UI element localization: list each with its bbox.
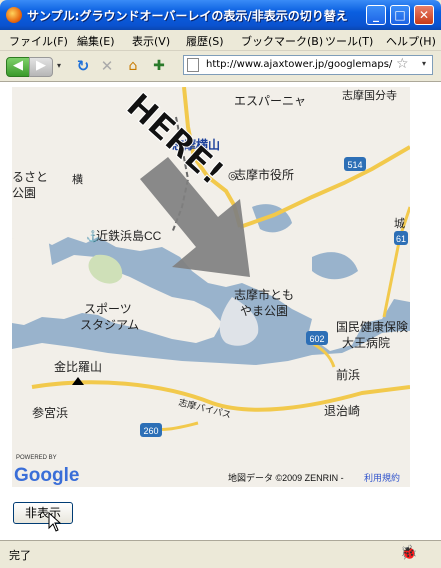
status-text: 完了 bbox=[9, 549, 31, 562]
addon-icon[interactable]: ✚ bbox=[150, 56, 168, 76]
reload-icon[interactable]: ↻ bbox=[74, 56, 92, 76]
bug-icon[interactable]: 🐞 bbox=[400, 545, 417, 561]
map-label-city-hall: 志摩市役所 bbox=[234, 167, 294, 182]
title-bar: サンプル:グラウンドオーバーレイの表示/非表示の切り替え _ □ ✕ bbox=[0, 0, 441, 30]
route-514-label: 514 bbox=[347, 160, 362, 170]
stop-icon[interactable]: ✕ bbox=[98, 56, 116, 76]
menu-view[interactable]: 表示(V) bbox=[132, 33, 170, 49]
map-label-shiro: 城 bbox=[394, 217, 405, 230]
map-canvas[interactable]: 514 61 602 260 エスパーニャ 志摩横山 志摩市役所 ◎ 志摩国分寺… bbox=[12, 87, 410, 487]
map-label-hoken-2: 大王病院 bbox=[342, 335, 390, 350]
map-terms-link[interactable]: 利用規約 bbox=[364, 472, 400, 483]
url-dropdown-icon[interactable]: ▾ bbox=[422, 59, 426, 68]
map-label-sports-2: スタジアム bbox=[80, 318, 139, 332]
page-content: 514 61 602 260 エスパーニャ 志摩横山 志摩市役所 ◎ 志摩国分寺… bbox=[0, 82, 441, 540]
map-label-tomoyama-2: やま公園 bbox=[240, 304, 288, 318]
menu-bookmarks[interactable]: ブックマーク(B) bbox=[241, 33, 323, 49]
mouse-cursor-icon bbox=[48, 512, 62, 532]
menu-file[interactable]: ファイル(F) bbox=[9, 33, 68, 49]
history-dropdown-icon[interactable]: ▾ bbox=[54, 56, 64, 76]
menu-history[interactable]: 履歴(S) bbox=[186, 33, 224, 49]
route-61-label: 61 bbox=[396, 234, 406, 244]
map-label-furusato: るさと bbox=[12, 170, 48, 184]
maximize-button[interactable]: □ bbox=[390, 5, 410, 25]
window-title: サンプル:グラウンドオーバーレイの表示/非表示の切り替え bbox=[27, 9, 348, 23]
close-button[interactable]: ✕ bbox=[414, 5, 434, 25]
map-powered-by: POWERED BY bbox=[16, 455, 57, 461]
map-label-koen: 公園 bbox=[12, 186, 36, 200]
map-label-tomoyama-1: 志摩市とも bbox=[234, 287, 294, 302]
map-label-kanehira: 金比羅山 bbox=[54, 359, 102, 374]
firefox-icon bbox=[6, 7, 22, 23]
map-label-taijizaki: 退治崎 bbox=[324, 404, 360, 418]
menu-edit[interactable]: 編集(E) bbox=[77, 33, 115, 49]
menu-bar: ファイル(F) 編集(E) 表示(V) 履歴(S) ブックマーク(B) ツール(… bbox=[0, 30, 441, 51]
status-bar: 完了 🐞 bbox=[0, 540, 441, 568]
home-icon[interactable]: ⌂ bbox=[124, 56, 142, 76]
golf-icon: ⚓ bbox=[86, 230, 100, 243]
minimize-button[interactable]: _ bbox=[366, 5, 386, 25]
back-button[interactable]: ◀ bbox=[6, 57, 30, 77]
map-label-kintetsu-cc: 近鉄浜島CC bbox=[96, 228, 162, 243]
route-260-label: 260 bbox=[143, 426, 158, 436]
map-label-espana: エスパーニャ bbox=[234, 94, 306, 108]
navigation-toolbar: ◀ ▶ ▾ ↻ ✕ ⌂ ✚ http://www.ajaxtower.jp/go… bbox=[0, 51, 441, 82]
menu-tools[interactable]: ツール(T) bbox=[325, 33, 373, 49]
bookmark-star-icon[interactable]: ☆ bbox=[396, 56, 409, 72]
map-label-national-temple: 志摩国分寺 bbox=[342, 88, 397, 102]
forward-button[interactable]: ▶ bbox=[29, 57, 53, 77]
route-602-label: 602 bbox=[309, 334, 324, 344]
hide-overlay-button[interactable]: 非表示 bbox=[13, 502, 73, 524]
map-label-sports-1: スポーツ bbox=[84, 302, 132, 316]
url-bar[interactable]: http://www.ajaxtower.jp/googlemaps/ ☆ ▾ bbox=[183, 55, 433, 75]
google-logo: Google bbox=[14, 465, 79, 486]
menu-help[interactable]: ヘルプ(H) bbox=[386, 33, 436, 49]
map-label-yoko: 横 bbox=[72, 172, 83, 186]
url-text[interactable]: http://www.ajaxtower.jp/googlemaps/ bbox=[206, 59, 394, 70]
page-icon bbox=[187, 58, 199, 72]
map-label-hoken-1: 国民健康保険 bbox=[336, 319, 408, 334]
map-attribution: 地図データ ©2009 ZENRIN - bbox=[228, 472, 344, 483]
city-hall-icon: ◎ bbox=[228, 170, 238, 182]
map-label-maehama: 前浜 bbox=[336, 367, 360, 382]
map-label-sangenhama: 参宮浜 bbox=[32, 405, 68, 420]
